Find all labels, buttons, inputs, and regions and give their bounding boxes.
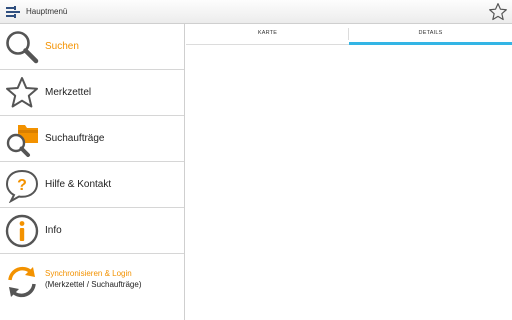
menu-item-label: Hilfe & Kontakt bbox=[45, 179, 112, 190]
detail-content-area bbox=[186, 46, 512, 320]
menu-item-label: Suchen bbox=[45, 41, 79, 52]
magnifier-icon bbox=[6, 31, 39, 64]
info-circle-icon bbox=[5, 214, 39, 248]
menu-item-suchauftraege[interactable]: Suchaufträge bbox=[0, 116, 184, 162]
question-bubble-icon: ? bbox=[5, 169, 39, 203]
menu-item-label: Merkzettel bbox=[45, 87, 92, 98]
menu-item-suchen[interactable]: Suchen bbox=[0, 24, 184, 70]
sync-icon bbox=[8, 266, 36, 298]
sync-label: Synchronisieren & Login (Merkzettel / Su… bbox=[45, 268, 141, 290]
tab-bar: KARTE DETAILS bbox=[186, 24, 512, 45]
tab-selected-indicator bbox=[349, 42, 512, 45]
page-title: Hauptmenü bbox=[26, 7, 68, 16]
action-bar: Hauptmenü bbox=[0, 0, 512, 24]
menu-item-info[interactable]: Info bbox=[0, 208, 184, 254]
sync-label-title: Synchronisieren & Login bbox=[45, 269, 132, 278]
menu-item-label: Suchaufträge bbox=[45, 133, 105, 144]
menu-item-synchronisieren[interactable]: Synchronisieren & Login (Merkzettel / Su… bbox=[0, 254, 184, 312]
star-outline-icon[interactable] bbox=[487, 2, 509, 22]
star-outline-icon bbox=[6, 77, 38, 108]
folder-search-icon bbox=[6, 125, 38, 157]
app-logo-icon[interactable] bbox=[5, 4, 21, 20]
menu-item-label: Info bbox=[45, 225, 62, 236]
svg-text:?: ? bbox=[17, 177, 27, 194]
menu-item-merkzettel[interactable]: Merkzettel bbox=[0, 70, 184, 116]
main-menu: Suchen Merkzettel Suchaufträge ? Hilfe &… bbox=[0, 24, 185, 320]
menu-item-hilfe-kontakt[interactable]: ? Hilfe & Kontakt bbox=[0, 162, 184, 208]
sync-label-subtitle: (Merkzettel / Suchaufträge) bbox=[45, 280, 142, 289]
tab-karte[interactable]: KARTE bbox=[186, 24, 349, 45]
